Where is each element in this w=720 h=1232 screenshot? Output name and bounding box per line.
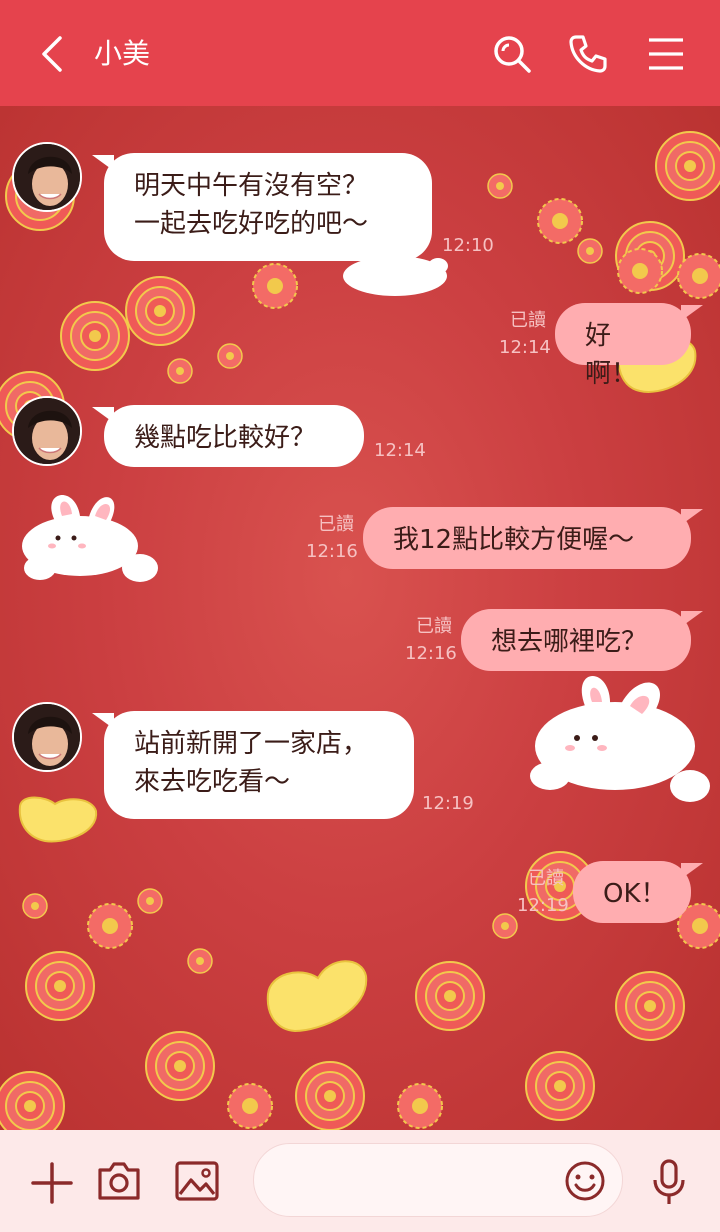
avatar[interactable] [12, 142, 82, 212]
microphone-icon[interactable] [650, 1158, 688, 1206]
avatar[interactable] [12, 396, 82, 466]
read-status: 已讀 [416, 616, 452, 637]
message-text: OK！ [603, 879, 667, 909]
message-input[interactable] [253, 1143, 623, 1217]
message-time: 12:16 [405, 643, 457, 664]
plus-icon[interactable] [30, 1161, 74, 1205]
camera-icon[interactable] [96, 1160, 142, 1202]
read-status: 已讀 [318, 514, 354, 535]
message-text: 一起去吃好吃的吧～ [134, 209, 369, 239]
bubble-tail [681, 509, 703, 525]
message-text: 站前新開了一家店， [134, 729, 369, 759]
avatar[interactable] [12, 702, 82, 772]
bubble-tail [92, 155, 114, 171]
search-icon[interactable] [492, 34, 532, 74]
message-text: 想去哪裡吃？ [491, 627, 648, 657]
emoji-icon[interactable] [564, 1160, 606, 1202]
message-bubble-outgoing[interactable]: 好啊！ [555, 303, 703, 389]
message-text: 來去吃吃看～ [134, 767, 291, 797]
message-bubble-incoming[interactable]: 明天中午有沒有空？ 一起去吃好吃的吧～ [92, 153, 432, 261]
message-time: 12:14 [374, 440, 426, 461]
menu-icon[interactable] [646, 34, 686, 74]
message-time: 12:19 [517, 895, 569, 916]
message-bubble-outgoing[interactable]: 想去哪裡吃？ [461, 609, 703, 671]
message-text: 我12點比較方便喔～ [393, 525, 635, 555]
message-bubble-outgoing[interactable]: 我12點比較方便喔～ [363, 507, 703, 569]
bubble-tail [681, 305, 703, 321]
chevron-left-icon[interactable] [36, 36, 68, 72]
message-text: 幾點吃比較好？ [134, 423, 317, 453]
chat-header: 小美 [0, 0, 720, 106]
bubble-tail [92, 713, 114, 729]
message-bubble-incoming[interactable]: 站前新開了一家店， 來去吃吃看～ [92, 711, 414, 819]
message-text: 好啊！ [585, 321, 638, 389]
message-time: 12:14 [499, 337, 551, 358]
bubble-tail [681, 611, 703, 627]
message-time: 12:16 [306, 541, 358, 562]
message-bubble-outgoing[interactable]: OK！ [573, 861, 703, 923]
read-status: 已讀 [528, 868, 564, 889]
message-bubble-incoming[interactable]: 幾點吃比較好？ [92, 405, 364, 467]
message-time: 12:10 [442, 235, 494, 256]
read-status: 已讀 [510, 310, 546, 331]
bubble-tail [681, 863, 703, 879]
phone-icon[interactable] [568, 34, 608, 74]
message-text: 明天中午有沒有空？ [134, 171, 369, 201]
message-time: 12:19 [422, 793, 474, 814]
chat-title: 小美 [94, 37, 151, 70]
image-icon[interactable] [174, 1160, 220, 1202]
bubble-tail [92, 407, 114, 423]
message-composer [0, 1130, 720, 1232]
